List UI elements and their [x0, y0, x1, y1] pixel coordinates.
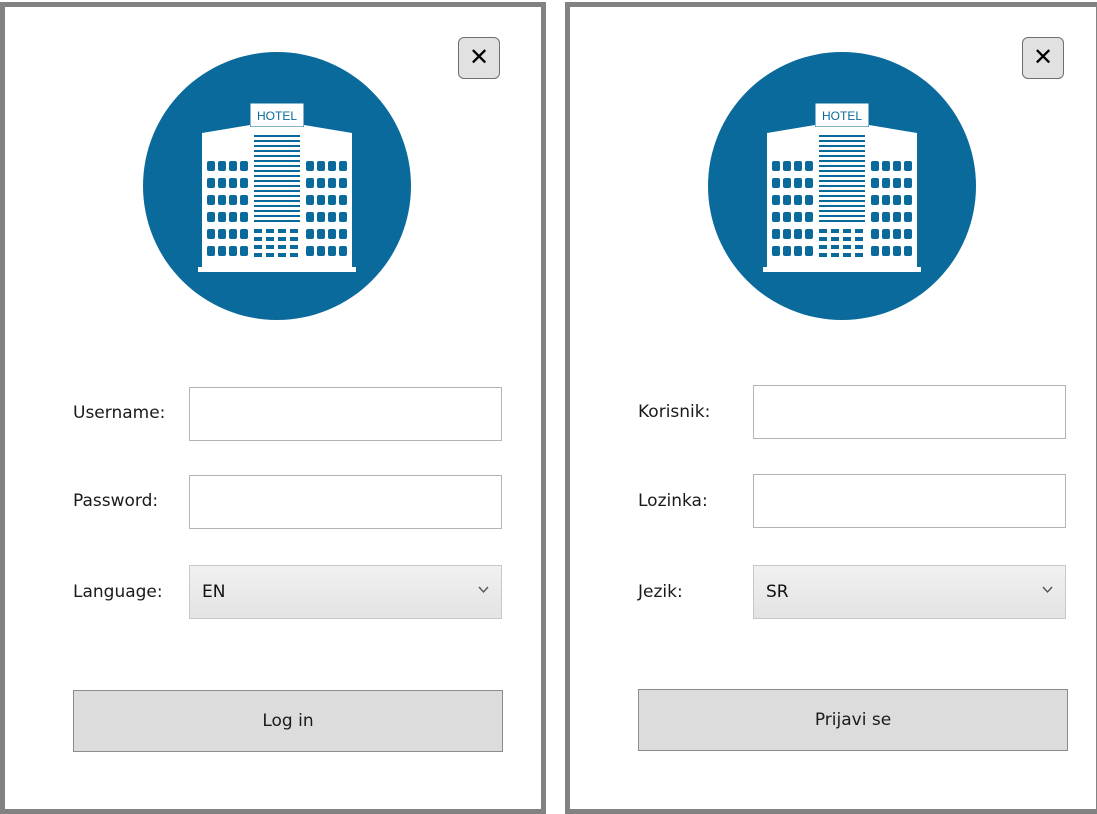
password-input[interactable] [753, 474, 1066, 528]
password-label: Password: [73, 491, 159, 511]
language-select[interactable]: EN [189, 565, 502, 619]
login-window-en: ✕ HOTEL Username: Password: Language: EN… [0, 2, 546, 814]
language-label: Jezik: [638, 582, 683, 602]
username-input[interactable] [753, 385, 1066, 439]
language-select[interactable]: SR [753, 565, 1066, 619]
language-select-value: SR [766, 582, 789, 602]
logo-sign-text: HOTEL [822, 109, 862, 123]
password-input[interactable] [189, 475, 502, 529]
login-button[interactable]: Prijavi se [638, 689, 1068, 751]
username-label: Username: [73, 403, 166, 423]
language-select-value: EN [202, 582, 226, 602]
close-button[interactable]: ✕ [458, 37, 500, 79]
login-window-sr: ✕ HOTEL Korisnik: Lozinka: Jezik: SR Pri… [565, 2, 1097, 814]
chevron-down-icon [1042, 586, 1053, 594]
logo-sign-text: HOTEL [257, 109, 297, 123]
login-button[interactable]: Log in [73, 690, 503, 752]
close-button[interactable]: ✕ [1022, 37, 1064, 79]
close-icon: ✕ [1032, 43, 1054, 71]
password-label: Lozinka: [638, 491, 708, 511]
close-icon: ✕ [468, 43, 490, 71]
chevron-down-icon [478, 586, 489, 594]
language-label: Language: [73, 582, 163, 602]
hotel-logo: HOTEL [708, 52, 976, 320]
username-input[interactable] [189, 387, 502, 441]
username-label: Korisnik: [638, 402, 711, 422]
hotel-logo: HOTEL [143, 52, 411, 320]
